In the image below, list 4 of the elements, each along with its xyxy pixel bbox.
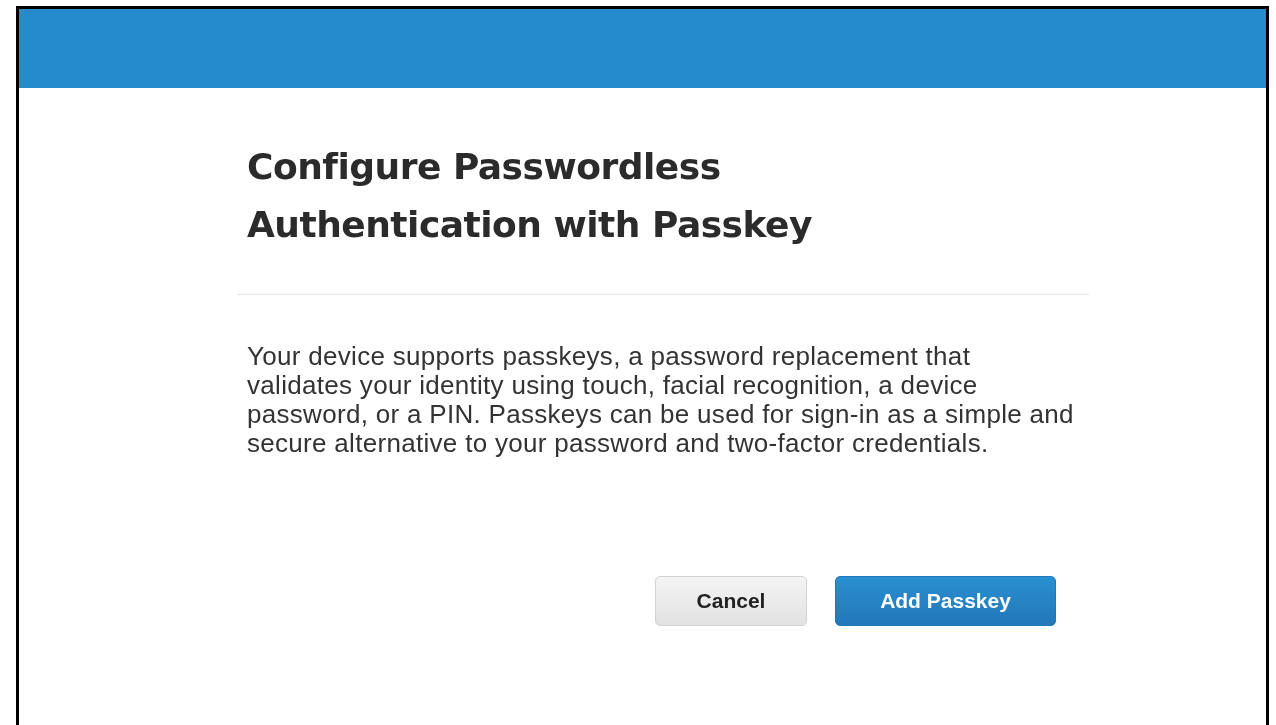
add-passkey-button[interactable]: Add Passkey (835, 576, 1056, 626)
cancel-button[interactable]: Cancel (655, 576, 807, 626)
dialog-title: Configure Passwordless Authentication with Passkey (247, 145, 813, 247)
dialog-message: Your device supports passkeys, a password replacement that validates your identity using touch, facial recognition, a device password, or a PIN. Passkeys can be used for sign-in as a simple and secure alternative to your password and two-factor credentials. (247, 342, 1075, 458)
